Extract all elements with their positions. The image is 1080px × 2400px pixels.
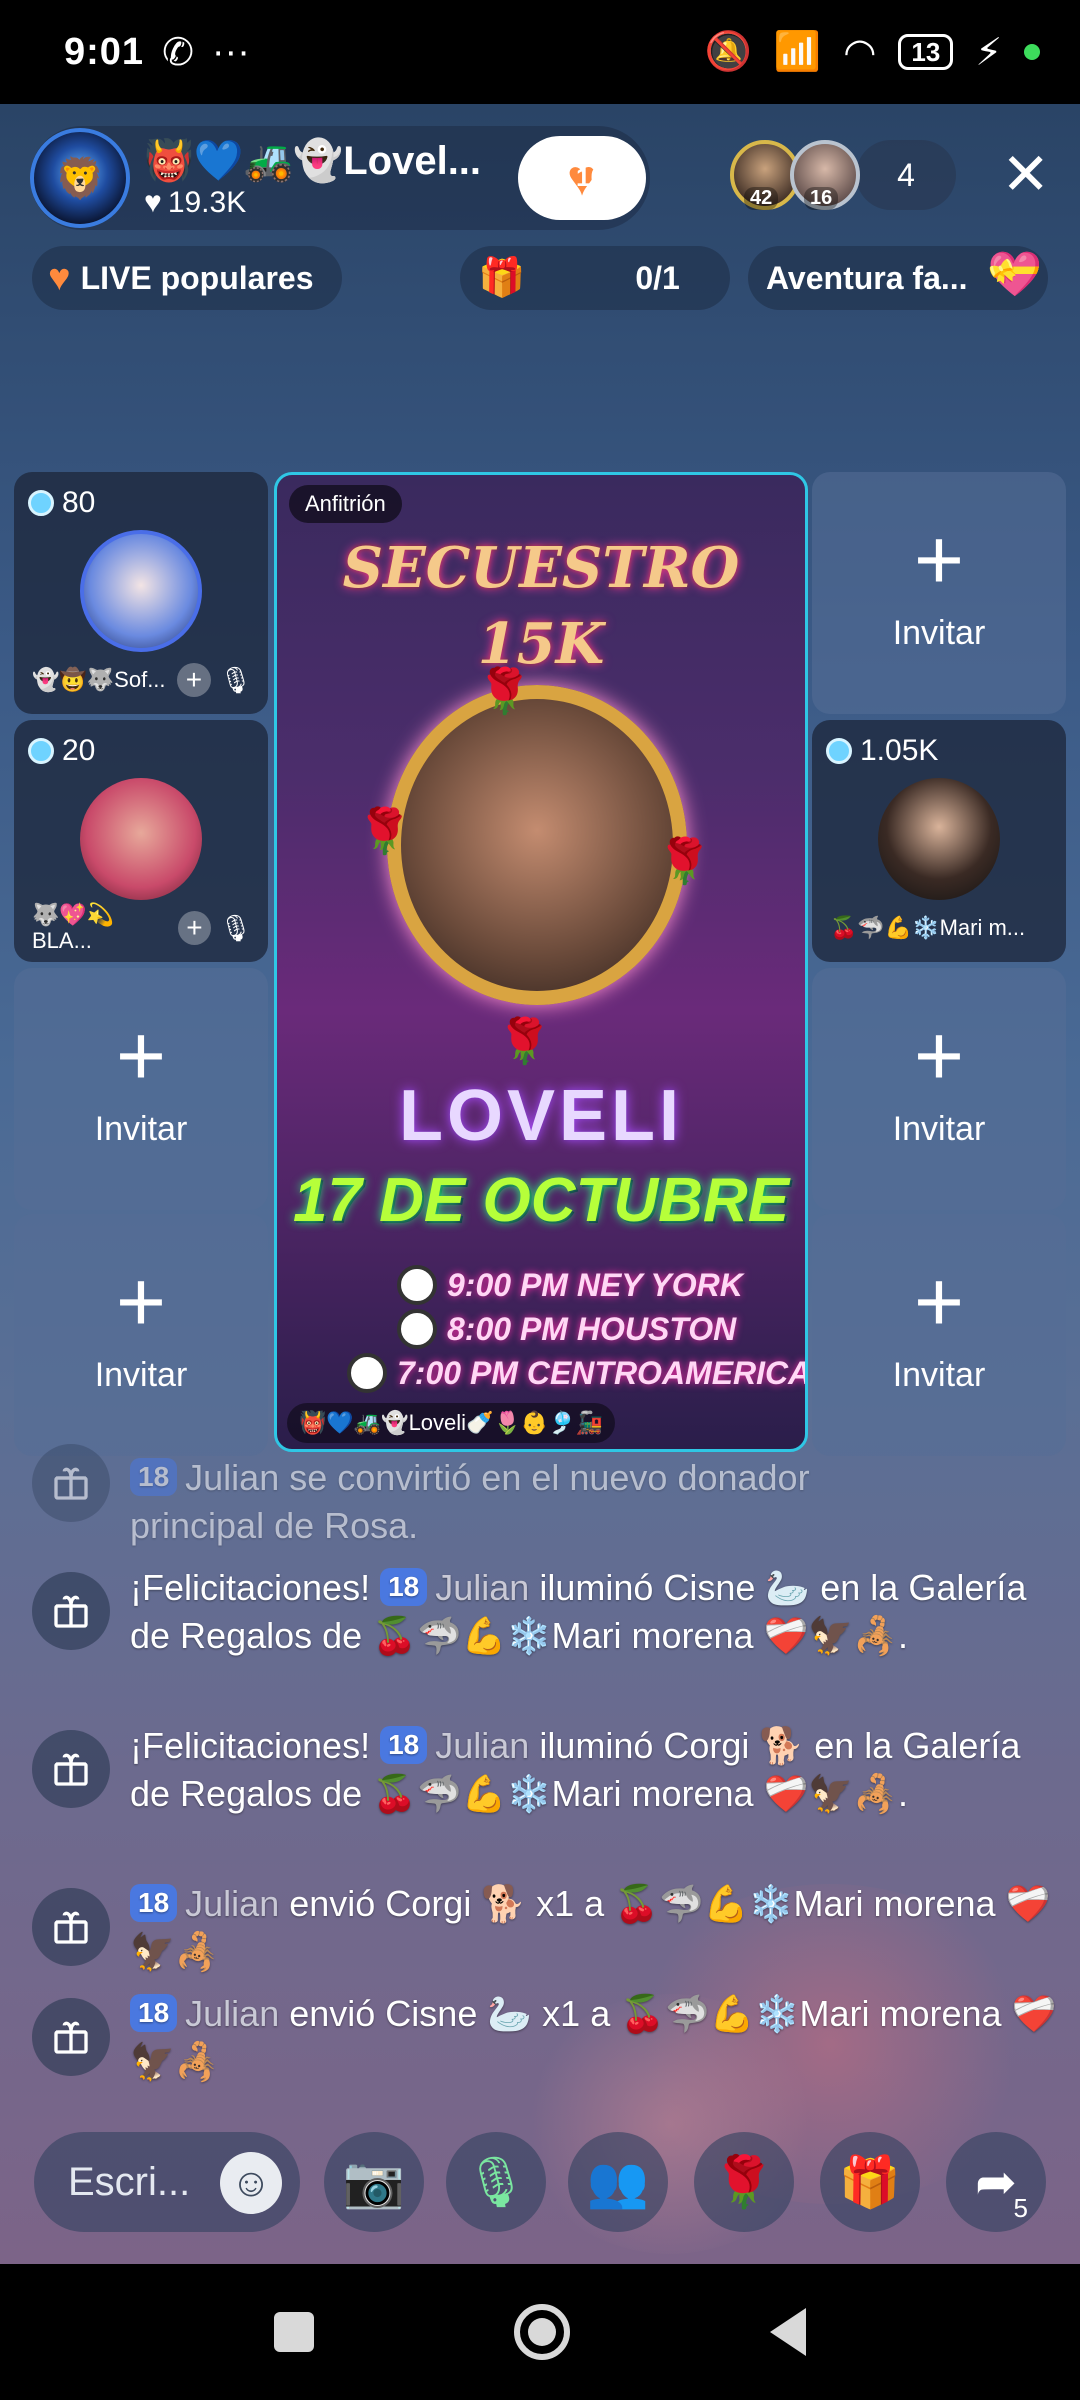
comment-input[interactable]: Escri... ☺ xyxy=(34,2132,300,2232)
gift-icon xyxy=(32,1444,110,1522)
follow-count: 10 xyxy=(576,162,605,192)
invite-seat[interactable]: + Invitar xyxy=(812,1214,1066,1456)
guests-icon: 👥 xyxy=(586,2153,650,2210)
close-icon[interactable]: ✕ xyxy=(1001,140,1050,210)
share-count: 5 xyxy=(1013,2193,1028,2223)
viewer-count[interactable]: 4 xyxy=(856,140,956,210)
mic-icon: 🎙 xyxy=(464,2153,528,2210)
heart-icon: ♥ xyxy=(144,185,162,219)
clock-time: 9:01 xyxy=(64,30,145,73)
share-icon: ➦ xyxy=(975,2154,1017,2210)
plus-icon: + xyxy=(115,1008,167,1104)
poster-title: SECUESTRO xyxy=(342,535,740,601)
bottom-toolbar: Escri... ☺ 📷 🎙 👥 🌹 🎁 ➦ 5 xyxy=(0,2126,1080,2236)
invite-seat[interactable]: + Invitar xyxy=(812,968,1066,1210)
plus-icon: + xyxy=(913,512,965,608)
guest-avatar[interactable] xyxy=(80,530,202,652)
guest-name: 🐺💖💫BLA... xyxy=(32,902,115,953)
poster-photo xyxy=(387,685,687,1005)
viewer-list[interactable]: 42 16 4 xyxy=(730,140,956,210)
home-button[interactable] xyxy=(514,2304,570,2360)
mic-button[interactable]: 🎙 xyxy=(446,2132,546,2232)
invite-seat[interactable]: + Invitar xyxy=(14,968,268,1210)
guest-seat[interactable]: 20 🐺💖💫BLA... + 🎙 xyxy=(14,720,268,962)
poster-name: LOVELI xyxy=(398,1076,683,1156)
mic-muted-icon: 🎙 xyxy=(218,664,252,695)
guest-avatar[interactable] xyxy=(878,778,1000,900)
gift-icon xyxy=(32,1998,110,2076)
system-nav-bar xyxy=(0,2264,1080,2400)
gem-icon xyxy=(28,738,54,764)
present-icon: 🎁 xyxy=(838,2153,902,2210)
clock-icon xyxy=(397,1265,437,1305)
rose-button[interactable]: 🌹 xyxy=(694,2132,794,2232)
camera-off-icon: 📷 xyxy=(342,2153,406,2210)
guest-name: 👻🤠🐺Sof... xyxy=(32,667,166,692)
host-likes-count: 19.3K xyxy=(167,185,247,219)
rose-icon: 🌹 xyxy=(497,1017,552,1066)
adventure-chip[interactable]: Aventura fa... 💝 xyxy=(748,246,1048,310)
privacy-dot xyxy=(1024,44,1040,60)
gift-button[interactable]: 🎁 xyxy=(820,2132,920,2232)
host-avatar[interactable]: 🦁 xyxy=(30,128,130,228)
status-bar: 9:01 ✆ ··· 🔕 📶 ◠ 13 ⚡ xyxy=(0,0,1080,104)
back-button[interactable] xyxy=(770,2308,806,2356)
gift-icon xyxy=(32,1730,110,1808)
clock-icon xyxy=(397,1309,437,1349)
invite-seat[interactable]: + Invitar xyxy=(14,1214,268,1456)
clock-icon xyxy=(347,1353,387,1393)
heart-icon: ♥ xyxy=(48,256,71,299)
host-info-pill[interactable]: 🦁 👹💙🚜👻Lovel... ♥ 19.3K ♥ 10 xyxy=(30,126,650,230)
rose-icon: 🌹 xyxy=(657,837,712,886)
gift-icon xyxy=(32,1572,110,1650)
emoji-icon[interactable]: ☺ xyxy=(220,2152,282,2214)
plus-icon: + xyxy=(913,1008,965,1104)
host-name: 👹💙🚜👻Lovel... xyxy=(144,138,482,183)
guests-button[interactable]: 👥 xyxy=(568,2132,668,2232)
more-notifications-icon: ··· xyxy=(211,30,250,73)
charging-icon: ⚡ xyxy=(975,31,1002,74)
share-button[interactable]: ➦ 5 xyxy=(946,2132,1046,2232)
guest-seat[interactable]: 1.05K 🍒🦈💪❄️Mari m... xyxy=(812,720,1066,962)
host-video[interactable]: Anfitrión SECUESTRO 15K 🌹 🌹 🌹 🌹 LOVELI 1… xyxy=(274,472,808,1452)
box-gift-icon: 🎁 xyxy=(478,257,526,299)
poster-subtitle: 15K xyxy=(477,611,605,677)
recents-button[interactable] xyxy=(274,2312,314,2352)
guest-seat[interactable]: 80 👻🤠🐺Sof... + 🎙 xyxy=(14,472,268,714)
invite-seat[interactable]: + Invitar xyxy=(812,472,1066,714)
plus-icon: + xyxy=(913,1254,965,1350)
silent-icon: 🔕 xyxy=(704,31,752,73)
signal-icon: 📶 xyxy=(773,31,822,73)
wifi-icon: ◠ xyxy=(843,31,877,74)
gift-icon xyxy=(32,1888,110,1966)
rose-icon: 🌹 xyxy=(712,2153,776,2210)
heart-gift-icon: 💝 xyxy=(987,250,1042,299)
viewer-avatar[interactable]: 16 xyxy=(790,140,860,210)
gem-icon xyxy=(826,738,852,764)
rose-icon: 🌹 xyxy=(357,807,412,856)
guest-avatar[interactable] xyxy=(80,778,202,900)
host-name-strip: 👹💙🚜👻Loveli🍼🌷👶🎐🚂 xyxy=(287,1403,616,1443)
rose-icon: 🌹 xyxy=(477,667,532,716)
guest-name: 🍒🦈💪❄️Mari m... xyxy=(830,915,1026,940)
host-label: Anfitrión xyxy=(289,485,402,523)
mic-muted-icon: 🎙 xyxy=(218,912,252,943)
battery-indicator: 13 xyxy=(898,34,954,70)
gem-icon xyxy=(28,490,54,516)
poster-date: 17 DE OCTUBRE xyxy=(292,1166,790,1235)
follow-guest-button[interactable]: + xyxy=(176,663,211,697)
plus-icon: + xyxy=(115,1254,167,1350)
live-room: 🦁 👹💙🚜👻Lovel... ♥ 19.3K ♥ 10 42 16 4 ✕ ♥ … xyxy=(0,104,1080,2264)
follow-button[interactable]: ♥ 10 xyxy=(518,136,646,220)
camera-off-button[interactable]: 📷 xyxy=(324,2132,424,2232)
whatsapp-icon: ✆ xyxy=(162,31,194,74)
live-popular-chip[interactable]: ♥ LIVE populares xyxy=(32,246,342,310)
goal-chip[interactable]: 🎁 0/1 xyxy=(460,246,730,310)
follow-guest-button[interactable]: + xyxy=(177,911,211,945)
